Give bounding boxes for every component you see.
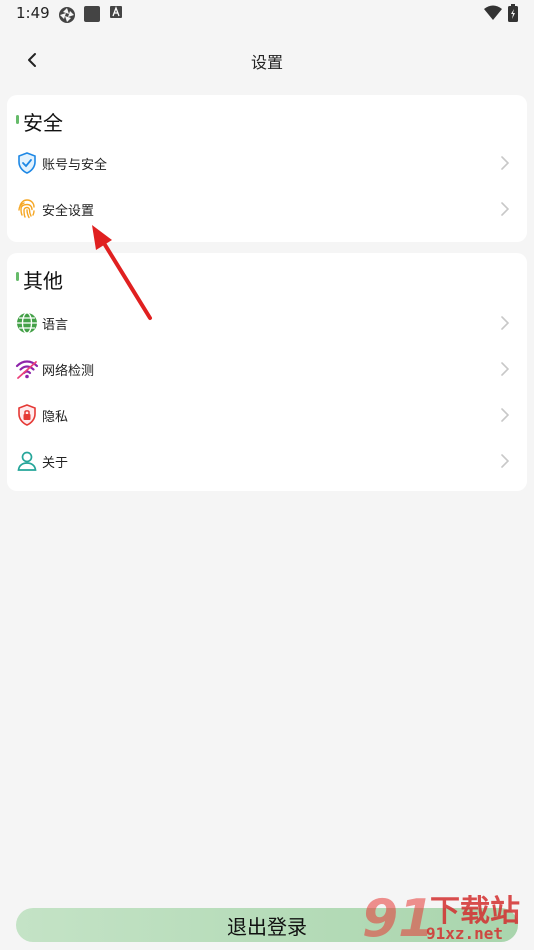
fingerprint-icon — [18, 199, 35, 219]
row-language[interactable]: 语言 — [7, 303, 527, 343]
chevron-right-icon — [501, 202, 510, 216]
chevron-right-icon — [501, 316, 510, 330]
chevron-right-icon — [501, 156, 510, 170]
battery-icon — [508, 4, 518, 22]
a-badge-icon — [110, 6, 122, 18]
shield-check-icon — [18, 152, 36, 174]
row-privacy[interactable]: 隐私 — [7, 395, 527, 435]
row-label: 安全设置 — [42, 204, 95, 219]
chevron-right-icon — [501, 454, 510, 468]
other-card: 其他 语言 网络检测 隐私 关于 — [7, 253, 527, 491]
row-label: 网络检测 — [42, 364, 95, 379]
app-bar: 设置 — [0, 36, 534, 84]
watermark-text-bottom: 91xz.net — [426, 924, 504, 943]
lock-shield-icon — [18, 404, 36, 426]
wifi-signal-icon — [15, 360, 39, 379]
person-icon — [17, 451, 37, 471]
page-title: 设置 — [250, 53, 283, 72]
watermark-logo: 91 下载站 91xz.net — [360, 886, 530, 949]
svg-text:91: 91 — [362, 889, 434, 946]
chevron-right-icon — [501, 362, 510, 376]
row-network-check[interactable]: 网络检测 — [7, 349, 527, 389]
photos-icon — [59, 7, 75, 23]
row-label: 关于 — [42, 456, 69, 471]
chevron-right-icon — [501, 408, 510, 422]
section-accent-bar — [16, 115, 19, 124]
section-title-other: 其他 — [23, 269, 63, 293]
globe-icon — [17, 312, 37, 334]
row-account-security[interactable]: 账号与安全 — [7, 143, 527, 183]
security-card: 安全 账号与安全 安全设置 — [7, 95, 527, 242]
row-security-settings[interactable]: 安全设置 — [7, 189, 527, 229]
row-about[interactable]: 关于 — [7, 441, 527, 481]
square-app-icon — [84, 6, 100, 22]
status-bar: 1:49 — [0, 0, 534, 28]
row-label: 隐私 — [42, 410, 69, 425]
row-label: 语言 — [42, 318, 69, 333]
section-accent-bar — [16, 272, 19, 281]
wifi-icon — [484, 5, 502, 20]
status-time: 1:49 — [16, 4, 50, 22]
section-title-security: 安全 — [23, 111, 63, 135]
row-label: 账号与安全 — [42, 158, 108, 173]
